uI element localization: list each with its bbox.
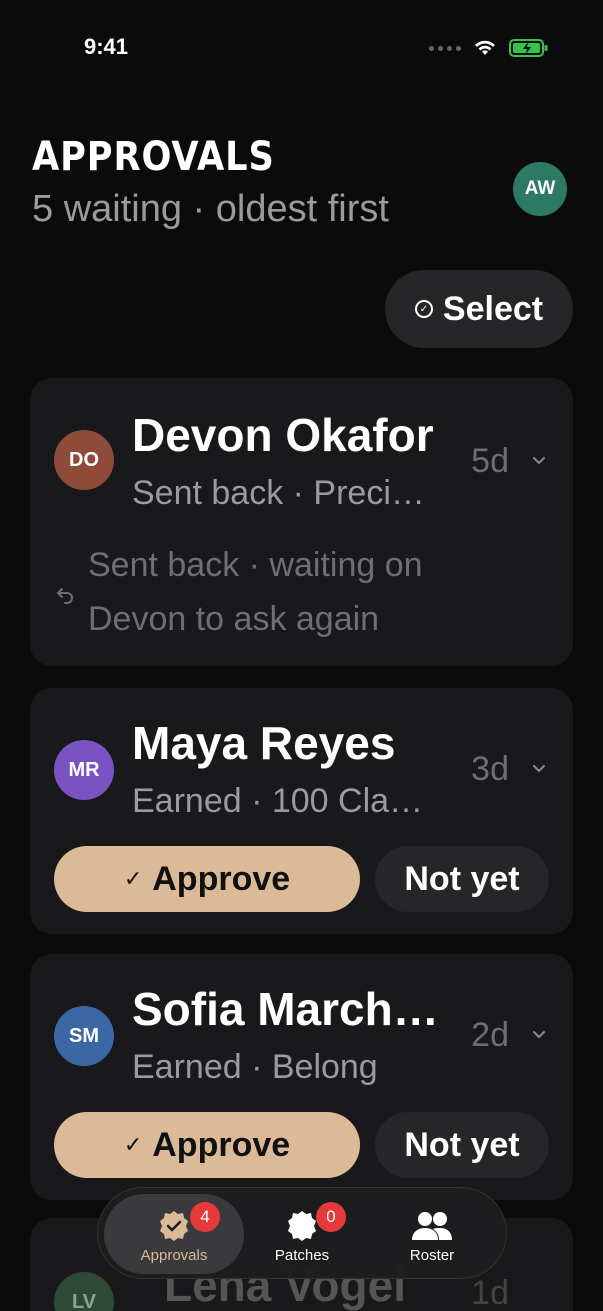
not-yet-button[interactable]: Not yet (375, 1112, 549, 1178)
status-note: Sent back · waiting on Devon to ask agai… (88, 546, 423, 638)
approvals-badge: 4 (190, 1202, 220, 1232)
select-button[interactable]: ✓ Select (385, 270, 573, 348)
avatar: SM (54, 1006, 114, 1066)
not-yet-button[interactable]: Not yet (375, 846, 549, 912)
requester-name: Maya Reyes (132, 717, 396, 769)
chevron-down-icon[interactable] (529, 758, 549, 778)
checkmark-icon: ✓ (123, 866, 143, 891)
avatar: DO (54, 430, 114, 490)
checkmark-icon: ✓ (123, 1132, 143, 1157)
page-header: APPROVALS 5 waiting · oldest first (32, 134, 571, 231)
request-age: 1d (471, 1274, 509, 1311)
request-age: 5d (471, 442, 509, 480)
select-label: Select (442, 289, 544, 328)
wifi-icon (473, 39, 497, 57)
patches-badge: 0 (316, 1202, 346, 1232)
requester-name: Sofia Marchetti (132, 983, 452, 1035)
user-avatar[interactable]: AW (513, 162, 567, 216)
request-meta: Earned · Belong (132, 1048, 378, 1086)
chevron-down-icon[interactable] (529, 450, 549, 470)
tab-approvals[interactable]: 4 Approvals (104, 1194, 244, 1274)
tab-roster[interactable]: Roster (362, 1194, 502, 1274)
people-icon (412, 1212, 452, 1240)
approve-label: Approve (152, 1125, 291, 1164)
approval-badge-icon (160, 1211, 188, 1241)
request-age: 3d (471, 750, 509, 788)
page-subtitle: 5 waiting · oldest first (32, 188, 389, 230)
tab-label: Roster (409, 1247, 455, 1264)
approve-button[interactable]: ✓ Approve (54, 846, 360, 912)
approve-label: Approve (152, 859, 291, 898)
avatar: MR (54, 740, 114, 800)
requester-name: Devon Okafor (132, 409, 434, 461)
status-time: 9:41 (84, 34, 129, 59)
chevron-down-icon[interactable] (529, 1024, 549, 1044)
patch-icon (288, 1211, 316, 1241)
status-icons (429, 38, 549, 58)
status-bar: 9:41 (0, 0, 603, 96)
tab-patches[interactable]: 0 Patches (232, 1194, 372, 1274)
battery-icon (509, 38, 549, 58)
tab-label: Approvals (140, 1247, 208, 1264)
signal-icon (429, 45, 461, 51)
undo-icon (56, 588, 73, 604)
tab-label: Patches (274, 1247, 330, 1264)
request-age: 2d (471, 1016, 509, 1054)
page-title: APPROVALS (32, 134, 275, 180)
request-meta: Earned · 100 Classes (132, 782, 432, 820)
approval-card[interactable]: DO Devon Okafor Sent back · Precision 5d… (30, 378, 573, 666)
approval-card[interactable]: SM Sofia Marchetti Earned · Belong 2d ✓ … (30, 954, 573, 1200)
check-circle-icon: ✓ (414, 300, 433, 318)
approve-button[interactable]: ✓ Approve (54, 1112, 360, 1178)
approval-card[interactable]: MR Maya Reyes Earned · 100 Classes 3d ✓ … (30, 688, 573, 934)
request-meta: Sent back · Precision (132, 474, 432, 512)
tab-bar: 4 Approvals 0 Patches Roster (97, 1187, 507, 1279)
avatar: LV (54, 1272, 114, 1311)
